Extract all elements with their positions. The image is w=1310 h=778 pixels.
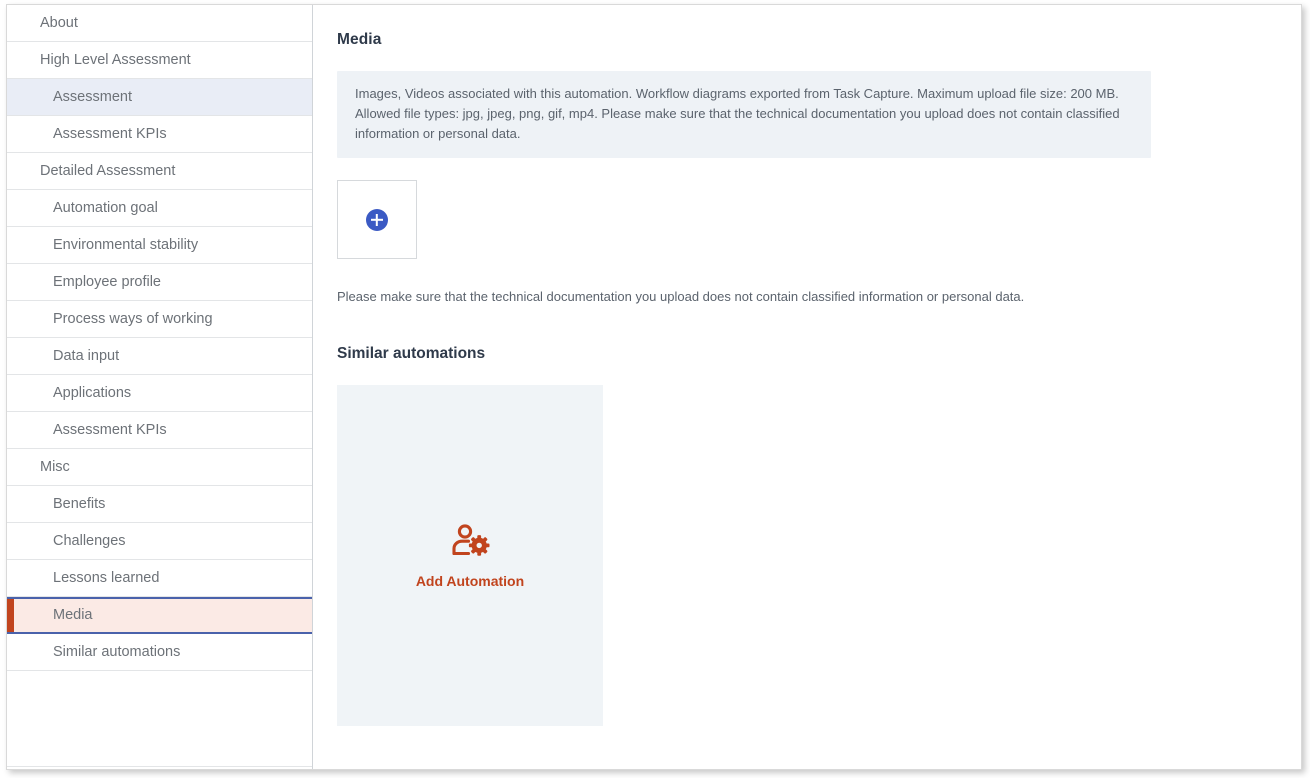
similar-automations-card-row: Add Automation	[337, 385, 1301, 726]
sidebar-item-label: Misc	[40, 459, 70, 475]
media-info-box: Images, Videos associated with this auto…	[337, 71, 1151, 158]
sidebar-item-lessons-learned[interactable]: Lessons learned	[7, 560, 312, 597]
sidebar-item-label: Lessons learned	[53, 570, 160, 586]
sidebar-item-label: About	[40, 15, 78, 31]
sidebar-item-label: Assessment KPIs	[53, 422, 167, 438]
window-body: About High Level Assessment Assessment Asse…	[7, 5, 1301, 769]
similar-automations-heading: Similar automations	[337, 345, 486, 362]
sidebar-item-high-level-assessment[interactable]: High Level Assessment	[7, 42, 312, 79]
sidebar-item-applications[interactable]: Applications	[7, 375, 312, 412]
sidebar-item-list: About High Level Assessment Assessment Asse…	[7, 5, 312, 671]
sidebar-item-label: Media	[53, 607, 93, 623]
sidebar-item-environmental-stability[interactable]: Environmental stability	[7, 227, 312, 264]
sidebar-item-label: High Level Assessment	[40, 52, 191, 68]
sidebar-item-assessment-kpis[interactable]: Assessment KPIs	[7, 116, 312, 153]
sidebar-item-employee-profile[interactable]: Employee profile	[7, 264, 312, 301]
sidebar-item-label: Automation goal	[53, 200, 158, 216]
sidebar-item-label: Challenges	[53, 533, 126, 549]
sidebar-item-label: Data input	[53, 348, 120, 364]
sidebar-item-benefits[interactable]: Benefits	[7, 486, 312, 523]
upload-row	[337, 180, 1301, 259]
page-title: Media	[337, 31, 382, 48]
sidebar-item-media[interactable]: Media	[7, 597, 312, 634]
sidebar-item-similar-automations[interactable]: Similar automations	[7, 634, 312, 671]
person-gear-icon	[449, 523, 491, 562]
sidebar-item-label: Assessment KPIs	[53, 126, 167, 142]
sidebar-empty-area	[7, 671, 312, 767]
sidebar-item-about[interactable]: About	[7, 5, 312, 42]
media-disclaimer-text: Please make sure that the technical docu…	[337, 289, 1025, 304]
sidebar-item-automation-goal[interactable]: Automation goal	[7, 190, 312, 227]
sidebar-item-label: Employee profile	[53, 274, 161, 290]
sidebar-item-label: Similar automations	[53, 644, 181, 660]
sidebar-item-process-ways-of-working[interactable]: Process ways of working	[7, 301, 312, 338]
app-window: About High Level Assessment Assessment Asse…	[0, 0, 1310, 778]
main-content: Media Images, Videos associated with thi…	[313, 5, 1301, 769]
active-accent-bar	[7, 599, 14, 632]
sidebar-item-data-input[interactable]: Data input	[7, 338, 312, 375]
sidebar-item-assessment[interactable]: Assessment	[7, 79, 312, 116]
sidebar-item-label: Assessment	[53, 89, 132, 105]
add-automation-label: Add Automation	[415, 572, 525, 589]
add-media-button[interactable]	[337, 180, 417, 259]
sidebar-navigation: About High Level Assessment Assessment Asse…	[7, 5, 313, 769]
plus-circle-icon	[366, 208, 388, 231]
sidebar-item-label: Benefits	[53, 496, 106, 512]
sidebar-item-misc[interactable]: Misc	[7, 449, 312, 486]
sidebar-item-detailed-assessment[interactable]: Detailed Assessment	[7, 153, 312, 190]
sidebar-item-label: Detailed Assessment	[40, 163, 176, 179]
sidebar-item-label: Applications	[53, 385, 132, 401]
sidebar-item-label: Process ways of working	[53, 311, 213, 327]
sidebar-item-assessment-kpis[interactable]: Assessment KPIs	[7, 412, 312, 449]
window-frame: About High Level Assessment Assessment Asse…	[6, 4, 1302, 770]
sidebar-item-label: Environmental stability	[53, 237, 199, 253]
sidebar-item-challenges[interactable]: Challenges	[7, 523, 312, 560]
add-automation-card[interactable]: Add Automation	[337, 385, 603, 726]
